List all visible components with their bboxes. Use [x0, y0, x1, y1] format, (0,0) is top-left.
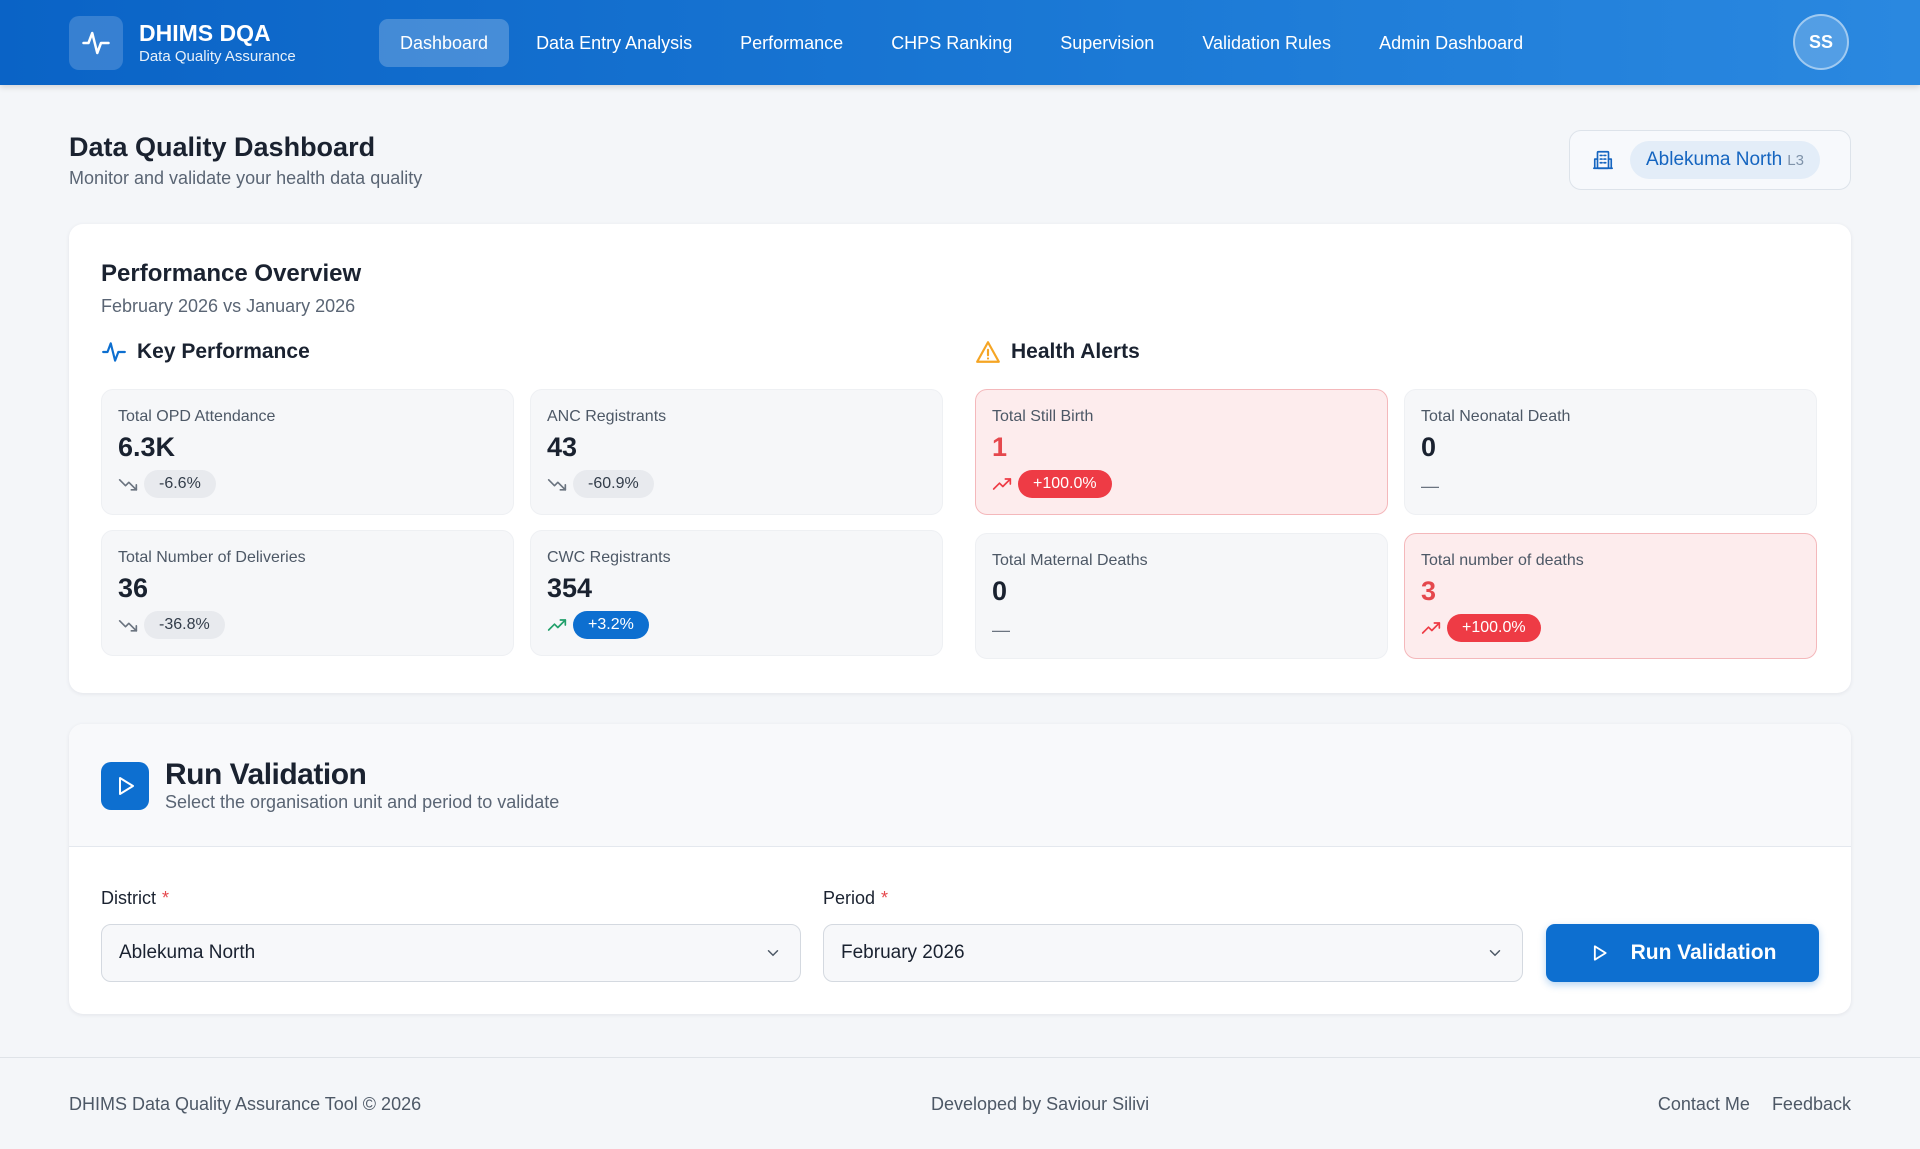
footer-copyright: DHIMS Data Quality Assurance Tool © 2026: [69, 1094, 422, 1114]
metric-value: 36: [118, 573, 149, 603]
page-subtitle: Monitor and validate your health data qu…: [69, 168, 423, 188]
play-icon: [101, 762, 149, 810]
trend-up-icon: [992, 476, 1012, 492]
run-validation-card: Run Validation Select the organisation u…: [69, 724, 1851, 1014]
metric-label: Total number of deaths: [1421, 552, 1584, 569]
metric-label: Total Neonatal Death: [1421, 408, 1571, 425]
metric-label: Total Still Birth: [992, 408, 1094, 425]
chevron-down-icon: [764, 944, 782, 962]
run-validation-title: Run Validation: [165, 758, 367, 791]
org-unit-pill: Ablekuma North L3: [1630, 141, 1820, 179]
warning-triangle-icon: [975, 339, 1001, 365]
trend-down-icon: [118, 617, 138, 633]
metric-card-cwc-registrants: CWC Registrants 354 +3.2%: [530, 530, 943, 656]
metric-card-anc-registrants: ANC Registrants 43 -60.9%: [530, 389, 943, 515]
change-badge: +3.2%: [573, 611, 649, 639]
no-change-indicator: —: [992, 620, 1010, 640]
metric-label: ANC Registrants: [547, 408, 667, 425]
metric-value: 354: [547, 573, 593, 603]
top-navbar: DHIMS DQA Data Quality Assurance Dashboa…: [0, 0, 1920, 85]
org-unit-selector[interactable]: Ablekuma North L3: [1569, 130, 1851, 190]
change-badge: +100.0%: [1018, 470, 1112, 498]
nav-dashboard[interactable]: Dashboard: [379, 19, 510, 67]
key-performance-heading: Key Performance: [101, 339, 310, 365]
org-unit-name: Ablekuma North: [1646, 149, 1783, 170]
nav-chps-ranking[interactable]: CHPS Ranking: [870, 19, 1033, 67]
period-select[interactable]: February 2026: [823, 924, 1523, 982]
alert-card-neonatal-death: Total Neonatal Death 0 —: [1404, 389, 1817, 515]
performance-title: Performance Overview: [101, 260, 362, 287]
change-badge: +100.0%: [1447, 614, 1541, 642]
trend-up-icon: [1421, 620, 1441, 636]
metric-value: 0: [992, 576, 1008, 606]
run-validation-button[interactable]: Run Validation: [1546, 924, 1819, 982]
district-select[interactable]: Ablekuma North: [101, 924, 801, 982]
trend-down-icon: [118, 476, 138, 492]
chevron-down-icon: [1486, 944, 1504, 962]
page-title: Data Quality Dashboard: [69, 132, 376, 162]
footer-credit: Developed by Saviour Silivi: [931, 1094, 1150, 1114]
brand[interactable]: DHIMS DQA Data Quality Assurance: [69, 16, 296, 70]
nav-supervision[interactable]: Supervision: [1039, 19, 1175, 67]
nav-admin-dashboard[interactable]: Admin Dashboard: [1358, 19, 1544, 67]
play-icon: [1589, 943, 1609, 963]
trend-down-icon: [547, 476, 567, 492]
metric-label: CWC Registrants: [547, 549, 671, 566]
no-change-indicator: —: [1421, 476, 1439, 496]
nav-performance[interactable]: Performance: [719, 19, 864, 67]
alert-card-total-deaths: Total number of deaths 3 +100.0%: [1404, 533, 1817, 659]
metric-value: 1: [992, 432, 1008, 462]
user-avatar[interactable]: SS: [1793, 14, 1849, 70]
main-nav: Dashboard Data Entry Analysis Performanc…: [379, 19, 1550, 67]
activity-icon: [101, 339, 127, 365]
health-alerts-heading: Health Alerts: [975, 339, 1140, 365]
performance-overview-card: Performance Overview February 2026 vs Ja…: [69, 224, 1851, 693]
metric-value: 43: [547, 432, 578, 462]
nav-data-entry-analysis[interactable]: Data Entry Analysis: [515, 19, 713, 67]
app-subtitle: Data Quality Assurance: [139, 48, 296, 65]
period-label: Period *: [823, 888, 889, 908]
nav-validation-rules[interactable]: Validation Rules: [1181, 19, 1352, 67]
alert-card-maternal-deaths: Total Maternal Deaths 0 —: [975, 533, 1388, 659]
metric-label: Total Number of Deliveries: [118, 549, 306, 566]
run-validation-subtitle: Select the organisation unit and period …: [165, 792, 560, 812]
contact-me-link[interactable]: Contact Me: [1658, 1094, 1750, 1115]
metric-value: 0: [1421, 432, 1437, 462]
metric-card-opd-attendance: Total OPD Attendance 6.3K -6.6%: [101, 389, 514, 515]
trend-up-icon: [547, 617, 567, 633]
change-badge: -6.6%: [144, 470, 216, 498]
feedback-link[interactable]: Feedback: [1772, 1094, 1851, 1115]
change-badge: -60.9%: [573, 470, 654, 498]
change-badge: -36.8%: [144, 611, 225, 639]
performance-period: February 2026 vs January 2026: [101, 296, 356, 316]
app-title: DHIMS DQA: [139, 20, 271, 46]
metric-label: Total Maternal Deaths: [992, 552, 1148, 569]
metric-label: Total OPD Attendance: [118, 408, 276, 425]
metric-card-deliveries: Total Number of Deliveries 36 -36.8%: [101, 530, 514, 656]
org-unit-level: L3: [1787, 151, 1804, 169]
alert-card-still-birth: Total Still Birth 1 +100.0%: [975, 389, 1388, 515]
run-validation-header: Run Validation Select the organisation u…: [69, 724, 1851, 847]
footer: DHIMS Data Quality Assurance Tool © 2026…: [0, 1057, 1920, 1149]
metric-value: 6.3K: [118, 432, 176, 462]
district-label: District *: [101, 888, 170, 908]
metric-value: 3: [1421, 576, 1437, 606]
building-icon: [1592, 149, 1614, 171]
pulse-logo-icon: [69, 16, 123, 70]
